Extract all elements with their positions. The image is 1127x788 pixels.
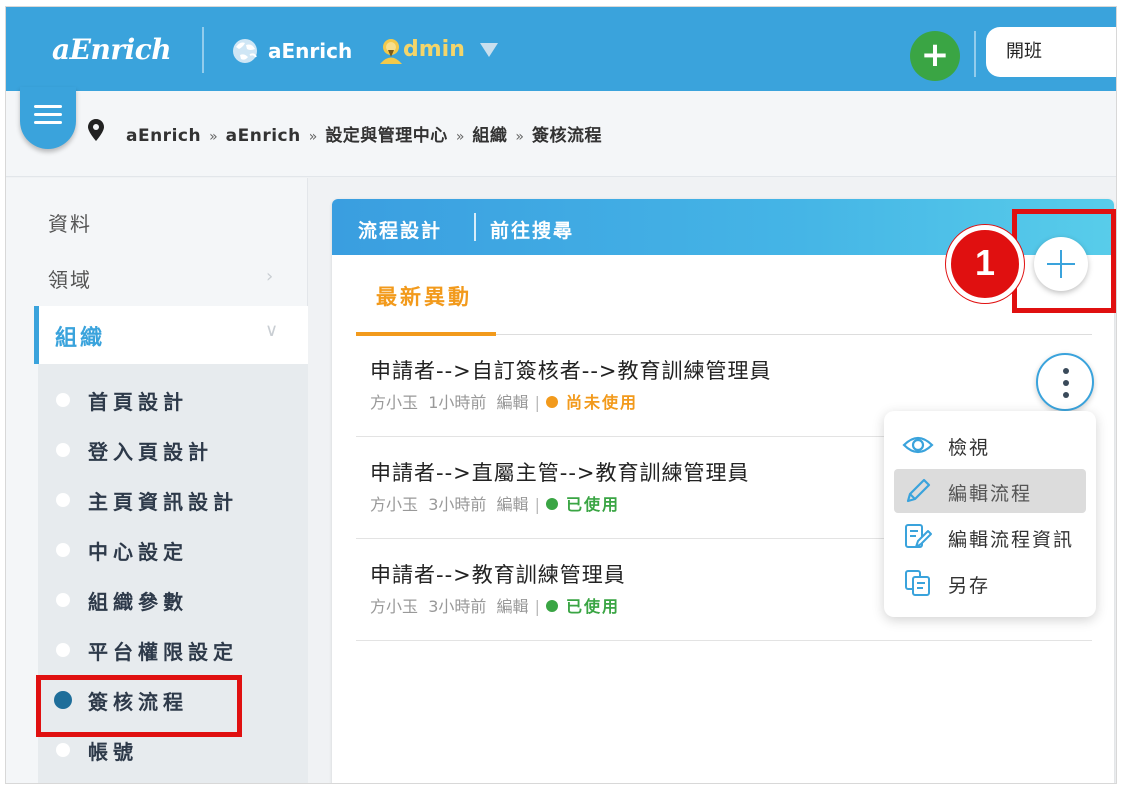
app-frame: aEnrich aEnrich dmin + 開班 aEnrich » aEnr… (5, 6, 1117, 784)
submenu-label: 組織參數 (88, 590, 188, 614)
menu-item-label: 編輯流程 (948, 483, 1033, 505)
breadcrumb-item[interactable]: aEnrich (226, 126, 301, 146)
top-divider (202, 27, 204, 73)
status-badge: 已使用 (545, 597, 620, 616)
flow-title[interactable]: 申請者-->自訂簽核者-->教育訓練管理員 (370, 355, 772, 385)
user-avatar-icon (380, 39, 402, 64)
user-menu[interactable]: dmin (403, 37, 465, 62)
location-pin-icon (88, 119, 104, 141)
submenu-label: 帳號 (88, 740, 138, 764)
menu-item-save-as[interactable]: 另存 (894, 561, 1086, 605)
sidebar-item-domain[interactable]: 領域 (48, 264, 92, 293)
search-input[interactable]: 開班 (986, 27, 1116, 77)
bullet-icon (56, 593, 70, 607)
submenu-label: 首頁設計 (88, 390, 188, 414)
flow-title[interactable]: 申請者-->教育訓練管理員 (370, 559, 626, 589)
flow-meta: 方小玉 1小時前 編輯 | 尚未使用 (370, 393, 638, 412)
menu-item-label: 檢視 (948, 437, 991, 459)
author: 方小玉 (370, 495, 419, 514)
timestamp: 1小時前 (428, 393, 487, 412)
submenu-label: 主頁資訊設計 (88, 490, 238, 514)
sidebar-item-label: 組織 (55, 326, 106, 351)
add-button[interactable]: + (910, 31, 960, 81)
flow-meta: 方小玉 3小時前 編輯 | 已使用 (370, 495, 620, 514)
eye-icon (902, 436, 934, 454)
timestamp: 3小時前 (428, 495, 487, 514)
bullet-icon (56, 443, 70, 457)
pencil-icon (906, 478, 931, 503)
menu-item-edit-flow-info[interactable]: 編輯流程資訊 (894, 515, 1086, 559)
highlight-box-sidebar (36, 675, 242, 737)
hamburger-menu-button[interactable] (20, 87, 76, 149)
flow-title[interactable]: 申請者-->直屬主管-->教育訓練管理員 (370, 457, 750, 487)
go-to-search-link[interactable]: 前往搜尋 (490, 216, 574, 243)
submenu-label: 登入頁設計 (88, 440, 213, 464)
chevron-right-icon: › (266, 266, 274, 287)
bullet-icon (56, 743, 70, 757)
step-callout: 1 (946, 225, 1024, 303)
menu-item-view[interactable]: 檢視 (894, 423, 1086, 467)
breadcrumb-item[interactable]: 組織 (472, 126, 507, 146)
tab-recent-changes[interactable]: 最新異動 (376, 281, 472, 311)
highlight-box-add (1012, 209, 1116, 313)
edit-document-icon (905, 524, 932, 548)
submenu-item-login-design[interactable]: 登入頁設計 (38, 430, 308, 470)
menu-item-edit-flow[interactable]: 編輯流程 (894, 469, 1086, 513)
row-actions-dropdown: 檢視 編輯流程 編輯流程資訊 另存 (884, 411, 1096, 617)
author: 方小玉 (370, 393, 419, 412)
more-options-button[interactable] (1036, 353, 1094, 411)
sidebar-item-organization[interactable]: 組織 ∨ (34, 306, 308, 364)
submenu-item-center-settings[interactable]: 中心設定 (38, 530, 308, 570)
menu-item-label: 另存 (948, 575, 991, 597)
breadcrumb-bar: aEnrich» aEnrich» 設定與管理中心» 組織» 簽核流程 (6, 87, 1116, 177)
chevron-down-icon: ∨ (265, 320, 279, 341)
top-bar: aEnrich aEnrich dmin + 開班 (6, 7, 1116, 91)
bullet-icon (56, 393, 70, 407)
action-label: 編輯 (496, 597, 529, 616)
status-dot-icon (545, 498, 558, 510)
globe-icon (233, 39, 257, 63)
status-badge: 尚未使用 (545, 393, 638, 412)
status-dot-icon (545, 396, 558, 408)
submenu-item-org-params[interactable]: 組織參數 (38, 580, 308, 620)
header-divider (474, 213, 476, 241)
breadcrumb-current: 簽核流程 (531, 126, 602, 146)
sidebar-item-data[interactable]: 資料 (48, 208, 92, 237)
card-title: 流程設計 (358, 220, 443, 242)
submenu-label: 中心設定 (88, 540, 188, 564)
bullet-icon (56, 643, 70, 657)
bullet-icon (56, 543, 70, 557)
menu-item-label: 編輯流程資訊 (948, 529, 1075, 551)
submenu-label: 平台權限設定 (88, 640, 238, 664)
org-name[interactable]: aEnrich (268, 39, 352, 63)
breadcrumb: aEnrich» aEnrich» 設定與管理中心» 組織» 簽核流程 (126, 126, 602, 146)
action-label: 編輯 (496, 393, 529, 412)
status-badge: 已使用 (545, 495, 620, 514)
author: 方小玉 (370, 597, 419, 616)
bullet-icon (56, 493, 70, 507)
copy-icon (905, 570, 930, 596)
breadcrumb-item[interactable]: aEnrich (126, 126, 201, 146)
status-dot-icon (545, 600, 558, 612)
top-divider-2 (974, 31, 976, 77)
breadcrumb-item[interactable]: 設定與管理中心 (325, 126, 448, 146)
action-label: 編輯 (496, 495, 529, 514)
timestamp: 3小時前 (428, 597, 487, 616)
submenu-item-permissions[interactable]: 平台權限設定 (38, 630, 308, 670)
caret-down-icon[interactable] (480, 43, 498, 57)
submenu-item-main-info-design[interactable]: 主頁資訊設計 (38, 480, 308, 520)
flow-meta: 方小玉 3小時前 編輯 | 已使用 (370, 597, 620, 616)
brand-logo[interactable]: aEnrich (52, 33, 172, 66)
submenu-item-homepage-design[interactable]: 首頁設計 (38, 380, 308, 420)
